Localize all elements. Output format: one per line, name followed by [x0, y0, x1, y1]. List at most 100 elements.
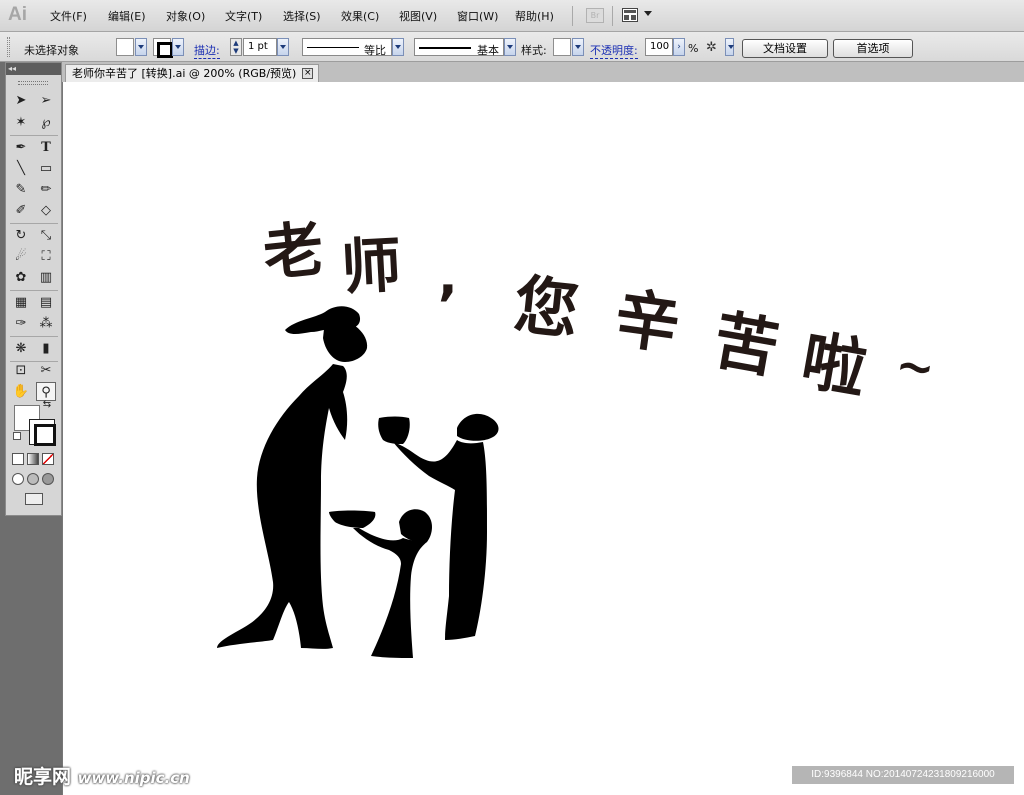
color-mode-icon[interactable] — [12, 453, 24, 465]
menu-effect[interactable]: 效果(C) — [341, 8, 379, 24]
stroke-label[interactable]: 描边: — [194, 42, 220, 59]
bridge-icon[interactable]: Br — [586, 8, 604, 23]
headline-char: 老 — [260, 214, 327, 290]
student-small-head — [399, 509, 432, 543]
headline-char: 辛 — [610, 282, 684, 364]
column-graph-tool-icon[interactable]: ▥ — [36, 268, 56, 287]
type-tool-icon[interactable]: T — [36, 138, 56, 157]
stroke-color-box[interactable] — [29, 419, 56, 446]
headline-char: 苦 — [708, 304, 784, 388]
menu-select[interactable]: 选择(S) — [283, 8, 321, 24]
lasso-tool-icon[interactable]: ℘ — [36, 113, 56, 132]
free-transform-tool-icon[interactable]: ⛶ — [36, 247, 56, 266]
gradient-tool-icon[interactable]: ▤ — [36, 293, 56, 312]
menu-separator — [572, 6, 573, 26]
menu-file[interactable]: 文件(F) — [50, 8, 87, 24]
warp-tool-icon[interactable]: ☄ — [11, 247, 31, 266]
arrange-documents-icon[interactable] — [622, 8, 638, 22]
opacity-unit: % — [688, 42, 699, 55]
headline-char: 您 — [511, 269, 582, 349]
selection-status: 未选择对象 — [24, 44, 79, 57]
stroke-dropdown-button[interactable] — [172, 38, 184, 56]
eyedropper-tool-icon[interactable]: ✑ — [11, 314, 31, 333]
artboard-canvas[interactable]: 老 师 , 您 辛 苦 啦 ~ — [62, 82, 1024, 795]
student-tall-book — [378, 416, 410, 444]
headline-char: 师 — [339, 230, 403, 303]
watermark-id: ID:9396844 NO:20140724231809216000 — [792, 766, 1014, 784]
slice-tool-icon[interactable]: ✂ — [36, 361, 56, 380]
document-setup-button[interactable]: 文档设置 — [742, 39, 828, 58]
style-dropdown-button[interactable] — [572, 38, 584, 56]
fill-dropdown-button[interactable] — [135, 38, 147, 56]
mesh-tool-icon[interactable]: ▦ — [11, 293, 31, 312]
draw-behind-icon[interactable] — [27, 473, 39, 485]
blob-brush-tool-icon[interactable]: ✐ — [11, 201, 31, 220]
student-small-book — [329, 510, 376, 528]
opacity-input[interactable]: 100 — [645, 38, 673, 56]
tools-panel-grip[interactable] — [18, 81, 48, 85]
pen-tool-icon[interactable]: ✒ — [11, 138, 31, 157]
none-mode-icon[interactable] — [42, 453, 54, 465]
watermark-brand-name: 昵享网 — [14, 766, 72, 788]
watermark-brand: 昵享网 www.nipic.cn — [14, 762, 190, 789]
preferences-button[interactable]: 首选项 — [833, 39, 913, 58]
magic-wand-tool-icon[interactable]: ✶ — [11, 113, 31, 132]
menu-window[interactable]: 窗口(W) — [457, 8, 498, 24]
brush-dropdown-button[interactable] — [504, 38, 516, 56]
screen-mode-icon[interactable] — [25, 493, 43, 505]
menu-bar: Ai 文件(F) 编辑(E) 对象(O) 文字(T) 选择(S) 效果(C) 视… — [0, 0, 1024, 32]
brush-line-sample — [419, 47, 471, 49]
selection-tool-icon[interactable]: ➤ — [11, 91, 31, 110]
stroke-swatch[interactable] — [153, 38, 173, 58]
rectangle-tool-icon[interactable]: ▭ — [36, 159, 56, 178]
bar-graph-tool-icon[interactable]: ▮ — [36, 339, 56, 358]
teacher-body — [217, 364, 348, 649]
close-icon[interactable]: × — [302, 68, 314, 79]
recolor-artwork-icon[interactable]: ✲ — [706, 40, 724, 56]
app-logo: Ai — [8, 4, 27, 25]
blend-tool-icon[interactable]: ⁂ — [36, 314, 56, 333]
symbol-sprayer-tool-icon[interactable]: ✿ — [11, 268, 31, 287]
opacity-label[interactable]: 不透明度: — [590, 42, 638, 59]
symbol-sprayer-alt-icon[interactable]: ❋ — [11, 339, 31, 358]
recolor-dropdown-button[interactable] — [725, 38, 734, 56]
hand-tool-icon[interactable]: ✋ — [11, 382, 31, 401]
profile-line-sample — [307, 47, 359, 48]
menu-edit[interactable]: 编辑(E) — [108, 8, 146, 24]
menu-object[interactable]: 对象(O) — [166, 8, 205, 24]
rotate-tool-icon[interactable]: ↻ — [11, 226, 31, 245]
teacher-head — [323, 318, 368, 362]
stroke-weight-dropdown[interactable] — [277, 38, 289, 56]
menu-view[interactable]: 视图(V) — [399, 8, 437, 24]
menu-separator — [612, 6, 613, 26]
tools-panel-collapse[interactable]: ◂◂ — [6, 63, 61, 75]
stroke-weight-input[interactable]: 1 pt — [243, 38, 277, 56]
direct-selection-tool-icon[interactable]: ➢ — [36, 91, 56, 110]
artboard-tool-icon[interactable]: ⊡ — [11, 361, 31, 380]
graphic-style-swatch[interactable] — [553, 38, 571, 56]
menu-type[interactable]: 文字(T) — [225, 8, 262, 24]
scale-tool-icon[interactable]: ⤡ — [36, 226, 56, 245]
pencil-tool-icon[interactable]: ✏ — [36, 180, 56, 199]
profile-dropdown-button[interactable] — [392, 38, 404, 56]
chevron-down-icon[interactable] — [644, 11, 652, 16]
document-tab[interactable]: 老师你辛苦了 [转换].ai @ 200% (RGB/预览) × — [65, 64, 320, 82]
fill-swatch[interactable] — [116, 38, 134, 56]
headline-char: , — [438, 247, 458, 307]
draw-normal-icon[interactable] — [12, 473, 24, 485]
gradient-mode-icon[interactable] — [27, 453, 39, 465]
stroke-weight-stepper[interactable]: ▲ ▼ — [230, 38, 242, 56]
panel-grip[interactable] — [7, 37, 10, 57]
document-tab-bar: 老师你辛苦了 [转换].ai @ 200% (RGB/预览) × — [62, 62, 1024, 82]
eraser-tool-icon[interactable]: ◇ — [36, 201, 56, 220]
paintbrush-tool-icon[interactable]: ✎ — [11, 180, 31, 199]
teacher-students-silhouette — [217, 306, 499, 658]
brush-label: 基本 — [477, 44, 499, 57]
opacity-arrow-button[interactable]: › — [673, 38, 685, 56]
line-segment-tool-icon[interactable]: ╲ — [11, 159, 31, 178]
default-fill-stroke-icon[interactable] — [13, 432, 21, 440]
headline-char: ~ — [892, 336, 939, 396]
swap-fill-stroke-icon[interactable]: ⇆ — [40, 399, 54, 411]
menu-help[interactable]: 帮助(H) — [515, 8, 554, 24]
draw-inside-icon[interactable] — [42, 473, 54, 485]
